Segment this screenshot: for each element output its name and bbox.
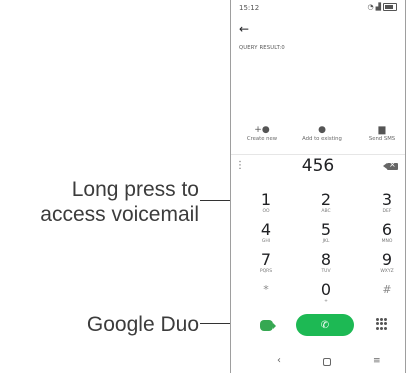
key-letters: WXYZ (380, 269, 394, 274)
key-digit: 5 (320, 220, 332, 239)
key-digit: # (382, 283, 392, 296)
key-5[interactable]: 5 JKL (306, 220, 346, 245)
create-new-label: Create new (246, 136, 278, 142)
key-letters: + (324, 299, 328, 304)
status-icons: ◔ ▟ (367, 3, 397, 11)
key-letters: MNO (381, 239, 393, 244)
key-letters: PQRS (259, 269, 273, 274)
key-hash[interactable]: # (367, 282, 407, 298)
nav-recents-icon[interactable]: ≡ (373, 355, 381, 367)
navigation-bar: ‹ ≡ (231, 355, 405, 370)
duo-callout: Google Duo (87, 312, 199, 337)
google-duo-icon[interactable] (260, 320, 276, 331)
dialpad-icon[interactable] (376, 318, 388, 330)
key-digit: 3 (381, 190, 393, 209)
status-time: 15:12 (239, 4, 260, 12)
add-person-icon: +● (254, 125, 270, 135)
key-8[interactable]: 8 TUV (306, 250, 346, 275)
key-2[interactable]: 2 ABC (306, 190, 346, 215)
send-sms-label: Send SMS (368, 136, 396, 142)
voicemail-callout: Long press to access voicemail (40, 177, 199, 227)
key-letters: DEF (382, 209, 392, 214)
battery-icon (383, 3, 397, 11)
key-4[interactable]: 4 GHI (246, 220, 286, 245)
message-icon: ▆ (378, 125, 386, 135)
key-letters: OO (262, 209, 270, 214)
person-icon: ● (318, 125, 326, 135)
key-digit: 9 (381, 250, 393, 269)
voicemail-callout-line1: Long press to (71, 178, 199, 201)
add-to-existing-label: Add to existing (302, 136, 342, 142)
nav-home-icon[interactable] (323, 358, 331, 366)
signal-icon: ▟ (375, 3, 381, 11)
key-1[interactable]: 1 OO (246, 190, 286, 215)
query-result: QUERY RESULT:0 (239, 45, 285, 51)
phone-screen: 15:12 ◔ ▟ ← QUERY RESULT:0 +● Create new… (230, 0, 406, 373)
nav-back-icon[interactable]: ‹ (277, 355, 281, 367)
key-digit: 4 (260, 220, 272, 239)
add-to-existing-button[interactable]: ● Add to existing (297, 124, 347, 142)
key-letters: ABC (321, 209, 331, 214)
key-digit: 8 (320, 250, 332, 269)
back-arrow-icon[interactable]: ← (239, 23, 249, 35)
key-digit: 7 (260, 250, 272, 269)
key-letters: TUV (321, 269, 331, 274)
duo-callout-label: Google Duo (86, 313, 199, 336)
key-7[interactable]: 7 PQRS (246, 250, 286, 275)
dialed-number: 456 (301, 156, 335, 176)
key-digit: 2 (320, 190, 332, 209)
key-letters: GHI (261, 239, 271, 244)
send-sms-button[interactable]: ▆ Send SMS (357, 124, 407, 142)
create-new-button[interactable]: +● Create new (237, 124, 287, 142)
key-digit: 0 (320, 280, 332, 299)
key-letters: JKL (322, 239, 330, 244)
backspace-icon[interactable] (383, 160, 398, 170)
key-6[interactable]: 6 MNO (367, 220, 407, 245)
divider (231, 154, 405, 155)
call-button[interactable]: ✆ (296, 314, 354, 336)
key-digit: 1 (260, 190, 272, 209)
status-bar: 15:12 ◔ ▟ (239, 3, 397, 15)
phone-icon: ✆ (320, 319, 330, 331)
key-3[interactable]: 3 DEF (367, 190, 407, 215)
voicemail-callout-line2: access voicemail (40, 203, 199, 226)
key-star[interactable]: * (246, 282, 286, 298)
contact-actions: +● Create new ● Add to existing ▆ Send S… (231, 124, 405, 150)
key-0[interactable]: 0 + (306, 280, 346, 305)
key-9[interactable]: 9 WXYZ (367, 250, 407, 275)
key-digit: * (263, 283, 269, 296)
wifi-icon: ◔ (367, 3, 374, 11)
key-digit: 6 (381, 220, 393, 239)
